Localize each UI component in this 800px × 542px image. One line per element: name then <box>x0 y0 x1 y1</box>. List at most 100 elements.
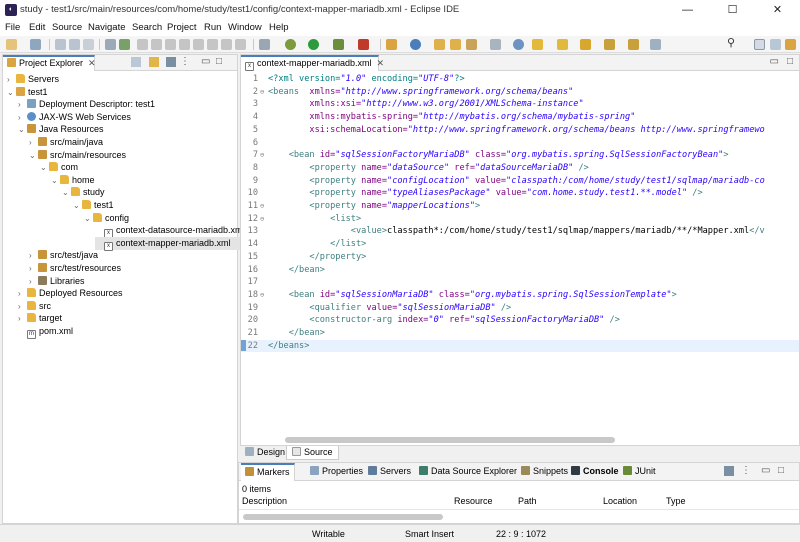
close-button[interactable]: ✕ <box>755 0 800 21</box>
menu-source[interactable]: Source <box>52 22 82 33</box>
column-description[interactable]: Description <box>242 496 287 506</box>
tree-item[interactable]: m pom.xml <box>18 325 73 339</box>
tree-item[interactable]: ⌄ test1 <box>7 86 48 99</box>
menu-help[interactable]: Help <box>269 22 289 33</box>
coverage-icon[interactable] <box>333 39 344 50</box>
maximize-button[interactable]: ☐ <box>710 0 755 21</box>
pin-icon[interactable] <box>650 39 661 50</box>
tree-item[interactable]: ⌄ com <box>40 161 78 174</box>
external-tools-icon[interactable] <box>358 39 369 50</box>
resume-icon[interactable] <box>151 39 162 50</box>
tree-item[interactable]: ⌄ Java Resources <box>18 123 104 136</box>
tab-snippets[interactable]: Snippets <box>517 463 572 481</box>
print-icon[interactable] <box>83 39 94 50</box>
maximize-view-icon[interactable]: □ <box>787 56 793 67</box>
menu-run[interactable]: Run <box>204 22 221 33</box>
tab-context-mapper-mariadb[interactable]: x context-mapper-mariadb.xml ✕ <box>241 55 384 71</box>
tab-console[interactable]: Console <box>567 463 623 481</box>
maximize-view-icon[interactable]: □ <box>778 465 784 476</box>
fold-toggle-icon[interactable]: ⊖ <box>260 289 264 301</box>
new-class-icon[interactable] <box>410 39 421 50</box>
save-icon[interactable] <box>55 39 66 50</box>
column-type[interactable]: Type <box>666 496 686 506</box>
tree-item[interactable]: ⌄ config <box>84 212 129 225</box>
tree-item[interactable]: › Deployed Resources <box>18 287 123 300</box>
back-icon[interactable] <box>604 39 615 50</box>
step-over-icon[interactable] <box>221 39 232 50</box>
column-location[interactable]: Location <box>603 496 637 506</box>
expand-toggle-icon[interactable]: ⌄ <box>40 161 49 174</box>
fold-toggle-icon[interactable]: ⊖ <box>260 86 264 98</box>
menu-window[interactable]: Window <box>228 22 262 33</box>
tree-item[interactable]: › Libraries <box>29 275 85 288</box>
filter-icon[interactable] <box>166 57 176 67</box>
expand-toggle-icon[interactable]: › <box>29 262 38 275</box>
collapse-all-icon[interactable] <box>131 57 141 67</box>
tree-item[interactable]: ⌄ study <box>62 186 105 199</box>
search-tool-icon[interactable] <box>466 39 477 50</box>
tree-item[interactable]: ⌄ src/main/resources <box>29 149 126 162</box>
expand-toggle-icon[interactable]: › <box>18 312 27 325</box>
tree-item[interactable]: › Servers <box>7 73 59 86</box>
menu-search[interactable]: Search <box>132 22 162 33</box>
previous-annotation-icon[interactable] <box>557 39 568 50</box>
fold-toggle-icon[interactable]: ⊖ <box>260 149 264 161</box>
annotation-icon[interactable] <box>490 39 501 50</box>
debug-icon[interactable] <box>285 39 296 50</box>
expand-toggle-icon[interactable]: › <box>18 287 27 300</box>
run-icon[interactable] <box>308 39 319 50</box>
close-icon[interactable]: ✕ <box>377 58 385 68</box>
expand-toggle-icon[interactable]: ⌄ <box>7 86 16 99</box>
step-return-icon[interactable] <box>235 39 246 50</box>
terminate-icon[interactable] <box>179 39 190 50</box>
menu-file[interactable]: File <box>5 22 20 33</box>
view-menu-icon[interactable]: ⋮ <box>180 56 190 67</box>
tab-data-source-explorer[interactable]: Data Source Explorer <box>415 463 521 481</box>
step-into-icon[interactable] <box>207 39 218 50</box>
expand-toggle-icon[interactable]: ⌄ <box>73 199 82 212</box>
perspective-javaee-icon[interactable] <box>770 39 781 50</box>
filter-icon[interactable] <box>724 466 734 476</box>
open-task-icon[interactable] <box>450 39 461 50</box>
code-editor[interactable]: 1 <?xml version="1.0" encoding="UTF-8"?> 2… <box>241 72 799 445</box>
build-icon[interactable] <box>119 39 130 50</box>
tab-source[interactable]: Source <box>286 446 339 460</box>
terminal-icon[interactable] <box>105 39 116 50</box>
tab-project-explorer[interactable]: Project Explorer ✕ <box>3 55 96 71</box>
minimize-view-icon[interactable]: ▭ <box>201 56 210 67</box>
last-edit-icon[interactable] <box>580 39 591 50</box>
menu-project[interactable]: Project <box>167 22 197 33</box>
tab-design[interactable]: Design <box>240 446 290 460</box>
expand-toggle-icon[interactable]: ⌄ <box>84 212 93 225</box>
globe-icon[interactable] <box>513 39 524 50</box>
close-icon[interactable]: ✕ <box>88 58 96 68</box>
expand-toggle-icon[interactable]: › <box>18 300 27 313</box>
tree-item[interactable]: › JAX-WS Web Services <box>18 111 131 124</box>
new-icon[interactable] <box>6 39 17 50</box>
tab-properties[interactable]: Properties <box>306 463 367 481</box>
fold-toggle-icon[interactable]: ⊖ <box>260 213 264 225</box>
save-all-icon[interactable] <box>69 39 80 50</box>
column-resource[interactable]: Resource <box>454 496 493 506</box>
link-with-editor-icon[interactable] <box>149 57 159 67</box>
minimize-button[interactable]: — <box>665 0 710 21</box>
expand-toggle-icon[interactable]: › <box>29 275 38 288</box>
new-wizard-icon[interactable] <box>30 39 41 50</box>
expand-toggle-icon[interactable]: › <box>7 73 16 86</box>
tab-junit[interactable]: JUnit <box>619 463 660 481</box>
menu-navigate[interactable]: Navigate <box>88 22 126 33</box>
expand-toggle-icon[interactable]: › <box>18 111 27 124</box>
new-java-project-icon[interactable] <box>386 39 397 50</box>
horizontal-scrollbar[interactable] <box>285 437 615 443</box>
perspective-java-icon[interactable] <box>785 39 796 50</box>
view-menu-icon[interactable]: ⋮ <box>741 465 751 476</box>
expand-toggle-icon[interactable]: ⌄ <box>62 186 71 199</box>
tab-servers[interactable]: Servers <box>364 463 415 481</box>
forward-icon[interactable] <box>628 39 639 50</box>
tree-item[interactable]: › target <box>18 312 62 325</box>
tree-item[interactable]: ⌄ home <box>51 174 95 187</box>
server-icon[interactable] <box>259 39 270 50</box>
perspective-open-icon[interactable] <box>754 39 765 50</box>
maximize-view-icon[interactable]: □ <box>216 56 222 67</box>
tree-item[interactable]: x context-datasource-mariadb.xm <box>95 224 243 239</box>
